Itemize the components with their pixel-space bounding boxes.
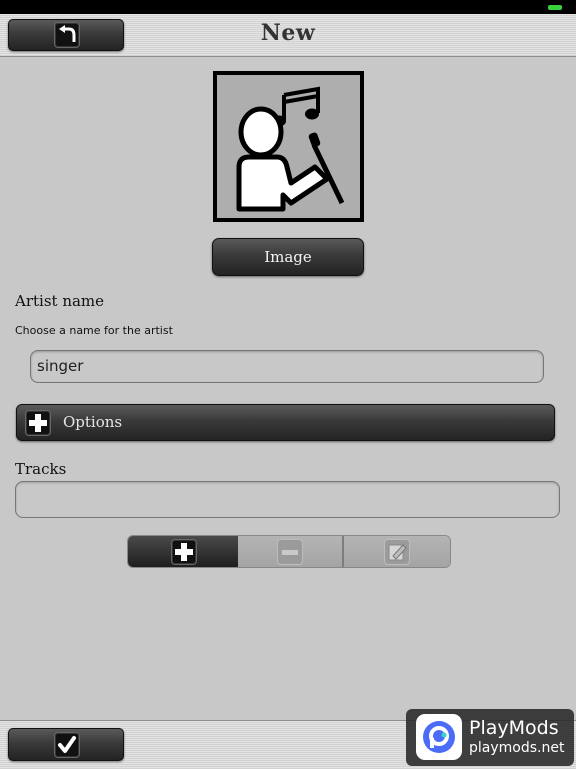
plus-icon — [25, 410, 51, 436]
artist-name-input[interactable]: singer — [30, 350, 544, 383]
remove-track-button[interactable] — [238, 536, 344, 567]
minus-icon — [277, 539, 303, 565]
edit-icon — [384, 539, 410, 565]
tracks-list[interactable] — [15, 481, 560, 518]
battery-icon — [548, 5, 562, 10]
plus-icon — [171, 539, 197, 565]
options-label: Options — [63, 413, 123, 431]
image-button[interactable]: Image — [212, 238, 364, 276]
page-title: New — [260, 20, 316, 46]
confirm-button[interactable] — [8, 728, 124, 761]
image-button-label: Image — [264, 248, 312, 266]
edit-track-button[interactable] — [344, 536, 450, 567]
artist-name-hint: Choose a name for the artist — [15, 324, 173, 337]
tracks-toolbar — [127, 535, 451, 568]
navigation-bar: New — [0, 14, 576, 57]
options-expander[interactable]: Options — [16, 404, 555, 441]
playmods-logo-icon — [416, 714, 462, 760]
artist-image — [213, 71, 364, 222]
status-bar — [0, 0, 576, 14]
add-track-button[interactable] — [128, 536, 238, 567]
artist-name-label: Artist name — [15, 292, 105, 310]
watermark-title: PlayMods — [469, 717, 559, 739]
playmods-watermark: PlayMods playmods.net — [406, 709, 574, 766]
watermark-subtitle: playmods.net — [469, 740, 565, 756]
tracks-label: Tracks — [15, 460, 67, 478]
singer-icon — [236, 86, 345, 212]
checkmark-icon — [54, 732, 80, 758]
